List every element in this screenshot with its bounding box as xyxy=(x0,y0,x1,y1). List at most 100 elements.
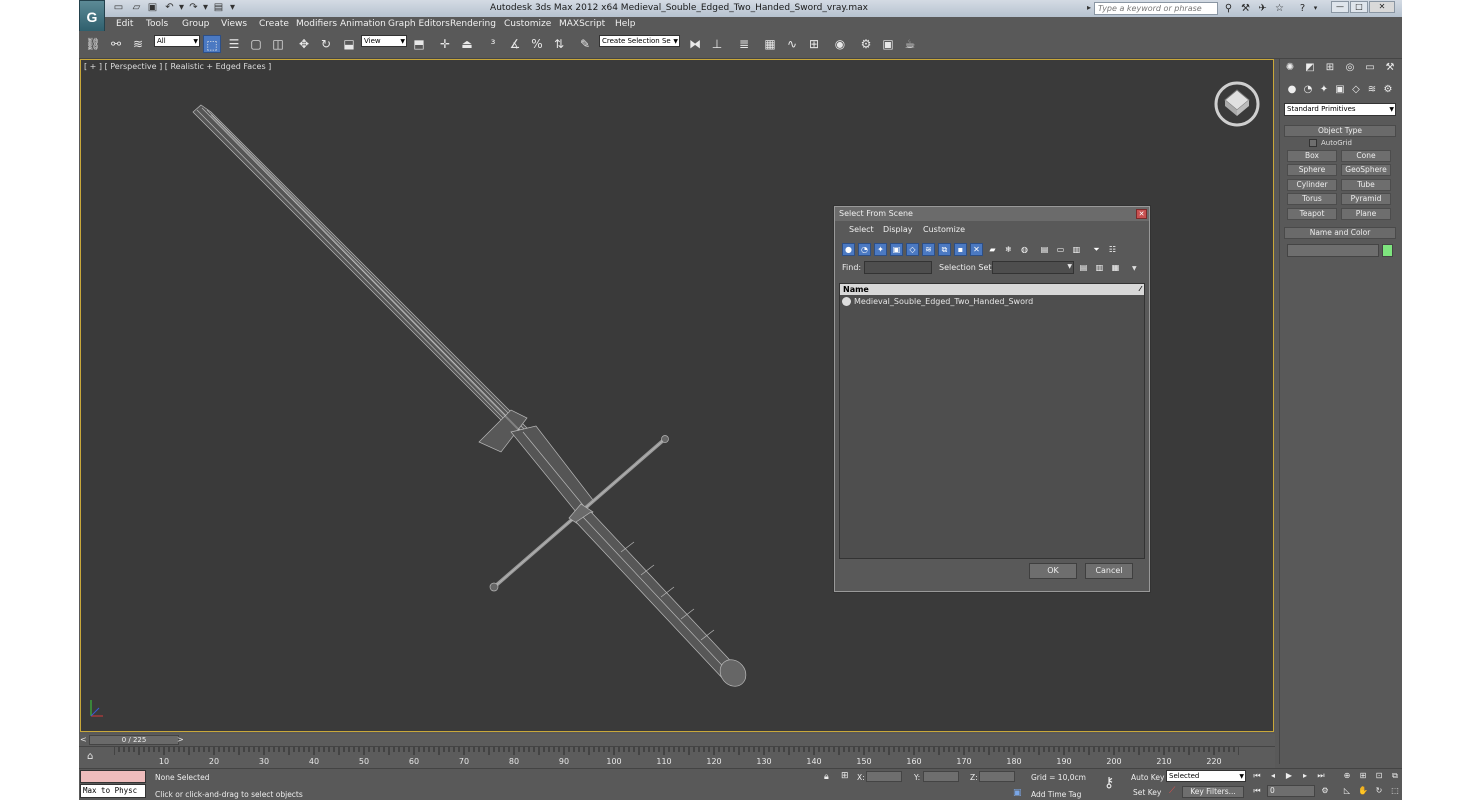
dialog-menu-display[interactable]: Display xyxy=(883,225,913,234)
display-geometry-icon[interactable]: ● xyxy=(842,243,855,256)
viewcube-icon[interactable] xyxy=(1213,80,1261,128)
maxscript-mini-listener[interactable]: Max to Physc xyxy=(80,784,146,798)
find-input[interactable] xyxy=(864,261,932,274)
select-and-manipulate-icon[interactable]: ✛ xyxy=(436,35,454,53)
previous-frame-icon[interactable]: ◂ xyxy=(1267,770,1279,782)
display-xrefs-icon[interactable]: ▪ xyxy=(954,243,967,256)
name-and-color-rollout[interactable]: Name and Color xyxy=(1284,227,1396,239)
key-filter-icon[interactable]: ⟋ xyxy=(1169,786,1175,796)
open-file-icon[interactable]: ▱ xyxy=(130,2,143,14)
dialog-menu-customize[interactable]: Customize xyxy=(923,225,965,234)
select-none-icon[interactable]: ▭ xyxy=(1054,243,1067,256)
go-to-start-icon[interactable]: ⏮ xyxy=(1251,770,1263,782)
z-coordinate-field[interactable] xyxy=(979,771,1015,782)
teapot-button[interactable]: Teapot xyxy=(1287,208,1337,220)
dialog-menu-select[interactable]: Select xyxy=(849,225,874,234)
primitive-type-dropdown[interactable]: Standard Primitives ▼ xyxy=(1284,103,1396,116)
current-frame-field[interactable]: 0 xyxy=(1267,785,1315,797)
schematic-view-icon[interactable]: ⊞ xyxy=(805,35,823,53)
cone-button[interactable]: Cone xyxy=(1341,150,1391,162)
geosphere-button[interactable]: GeoSphere xyxy=(1341,164,1391,176)
lights-icon[interactable]: ✦ xyxy=(1317,83,1331,97)
new-file-icon[interactable]: ▭ xyxy=(112,2,125,14)
options-dropdown-icon[interactable]: ▼ xyxy=(1132,265,1137,272)
plane-button[interactable]: Plane xyxy=(1341,208,1391,220)
torus-button[interactable]: Torus xyxy=(1287,193,1337,205)
graphite-ribbon-icon[interactable]: ▦ xyxy=(761,35,779,53)
material-editor-icon[interactable]: ◉ xyxy=(831,35,849,53)
box-button[interactable]: Box xyxy=(1287,150,1337,162)
object-type-rollout[interactable]: Object Type xyxy=(1284,125,1396,137)
selection-set-edit-icon[interactable]: ▦ xyxy=(1109,261,1122,274)
render-setup-icon[interactable]: ⚙ xyxy=(857,35,875,53)
key-filters-button[interactable]: Key Filters... xyxy=(1182,786,1244,798)
time-slider-thumb[interactable]: 0 / 225 xyxy=(89,735,179,745)
percent-snap-icon[interactable]: % xyxy=(528,35,546,53)
menu-group[interactable]: Group xyxy=(182,18,209,30)
display-bones-icon[interactable]: ✕ xyxy=(970,243,983,256)
x-coordinate-field[interactable] xyxy=(866,771,902,782)
reference-coordinate-dropdown[interactable]: View ▼ xyxy=(361,35,407,47)
zoom-all-icon[interactable]: ⊞ xyxy=(1357,770,1369,782)
app-logo-icon[interactable]: G xyxy=(79,0,105,33)
helpers-icon[interactable]: ◇ xyxy=(1349,83,1363,97)
menu-graph-editors[interactable]: Graph Editors xyxy=(388,18,450,30)
select-and-rotate-icon[interactable]: ↻ xyxy=(317,35,335,53)
selection-filter-dropdown[interactable]: All ▼ xyxy=(154,35,200,47)
column-header-name[interactable]: Name ⁄ xyxy=(840,284,1144,295)
play-icon[interactable]: ▶ xyxy=(1283,770,1295,782)
mini-curve-editor-icon[interactable]: ⌂ xyxy=(87,751,93,762)
display-frozen-icon[interactable]: ❄ xyxy=(1002,243,1015,256)
auto-key-button[interactable]: Auto Key xyxy=(1131,773,1164,782)
slider-prev-icon[interactable]: < xyxy=(80,735,87,744)
display-lights-icon[interactable]: ✦ xyxy=(874,243,887,256)
bind-space-warp-icon[interactable]: ≋ xyxy=(129,35,147,53)
menu-maxscript[interactable]: MAXScript xyxy=(559,18,605,30)
maximize-viewport-icon[interactable]: ⬚ xyxy=(1389,785,1401,797)
motion-tab-icon[interactable]: ◎ xyxy=(1343,61,1357,75)
orbit-icon[interactable]: ↻ xyxy=(1373,785,1385,797)
angle-snap-icon[interactable]: ∡ xyxy=(506,35,524,53)
cancel-button[interactable]: Cancel xyxy=(1085,563,1133,579)
filter-options-icon[interactable]: ☷ xyxy=(1106,243,1119,256)
zoom-icon[interactable]: ⊕ xyxy=(1341,770,1353,782)
select-by-name-icon[interactable]: ☰ xyxy=(225,35,243,53)
menu-customize[interactable]: Customize xyxy=(504,18,551,30)
project-folder-icon[interactable]: ▤ xyxy=(212,2,225,14)
shapes-icon[interactable]: ◔ xyxy=(1301,83,1315,97)
y-coordinate-field[interactable] xyxy=(923,771,959,782)
menu-edit[interactable]: Edit xyxy=(116,18,133,30)
add-time-tag[interactable]: Add Time Tag xyxy=(1031,790,1081,799)
hierarchy-tab-icon[interactable]: ⊞ xyxy=(1323,61,1337,75)
minimize-button[interactable]: — xyxy=(1331,1,1349,13)
menu-views[interactable]: Views xyxy=(221,18,247,30)
pan-view-icon[interactable]: ✋ xyxy=(1357,785,1369,797)
maxscript-listener-output[interactable] xyxy=(80,770,146,783)
dialog-close-button[interactable]: ✕ xyxy=(1136,209,1147,219)
display-shapes-icon[interactable]: ◔ xyxy=(858,243,871,256)
curve-editor-icon[interactable]: ∿ xyxy=(783,35,801,53)
rendered-frame-window-icon[interactable]: ▣ xyxy=(879,35,897,53)
help-dropdown-icon[interactable]: ▾ xyxy=(1309,2,1322,15)
pyramid-button[interactable]: Pyramid xyxy=(1341,193,1391,205)
menu-tools[interactable]: Tools xyxy=(146,18,168,30)
key-mode-dropdown[interactable]: Selected ▼ xyxy=(1166,770,1246,782)
binoculars-icon[interactable]: ⚲ xyxy=(1222,2,1235,15)
time-configuration-icon[interactable]: ⚙ xyxy=(1319,785,1331,797)
menu-create[interactable]: Create xyxy=(259,18,289,30)
display-hidden-icon[interactable]: ◍ xyxy=(1018,243,1031,256)
selection-set-remove-icon[interactable]: ▥ xyxy=(1093,261,1106,274)
select-and-scale-icon[interactable]: ⬓ xyxy=(340,35,358,53)
object-name-field[interactable] xyxy=(1287,244,1379,257)
select-and-move-icon[interactable]: ✥ xyxy=(295,35,313,53)
unlink-icon[interactable]: ⚯ xyxy=(107,35,125,53)
favorites-star-icon[interactable]: ☆ xyxy=(1273,2,1286,15)
time-slider[interactable]: < 0 / 225 > xyxy=(79,734,1275,746)
render-production-icon[interactable]: ☕ xyxy=(901,35,919,53)
display-containers-icon[interactable]: ▰ xyxy=(986,243,999,256)
cylinder-button[interactable]: Cylinder xyxy=(1287,179,1337,191)
menu-animation[interactable]: Animation xyxy=(340,18,386,30)
selection-set-add-icon[interactable]: ▤ xyxy=(1077,261,1090,274)
search-input[interactable]: Type a keyword or phrase xyxy=(1094,2,1218,15)
align-icon[interactable]: ⊥ xyxy=(708,35,726,53)
